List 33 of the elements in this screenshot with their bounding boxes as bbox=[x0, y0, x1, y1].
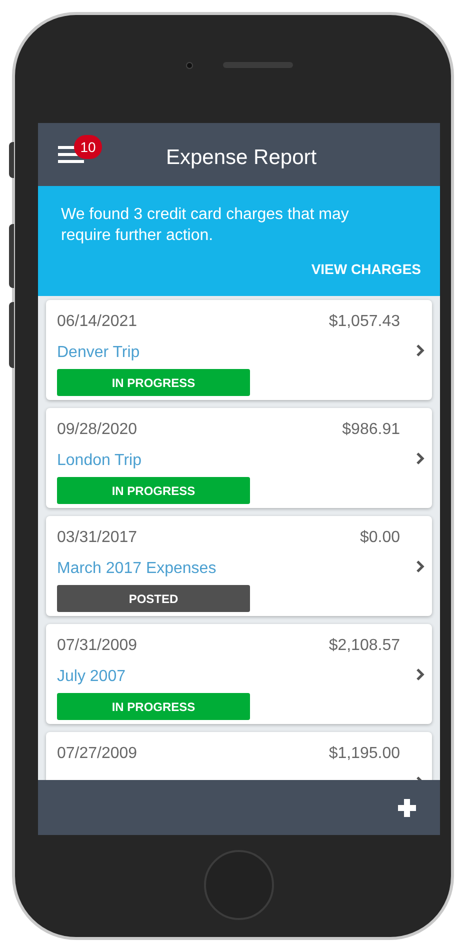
chevron-right-icon bbox=[416, 668, 425, 681]
report-amount: $0.00 bbox=[360, 528, 400, 548]
add-button[interactable] bbox=[398, 798, 416, 816]
alert-message: We found 3 credit card charges that may require further action. bbox=[61, 205, 350, 246]
report-card[interactable]: 03/31/2017 $0.00 March 2017 Expenses POSTED bbox=[46, 516, 432, 616]
camera-icon bbox=[186, 62, 192, 68]
chevron-right-icon bbox=[416, 344, 425, 357]
report-amount: $2,108.57 bbox=[328, 636, 400, 656]
status-badge: POSTED bbox=[57, 585, 250, 612]
report-amount: $1,195.00 bbox=[328, 744, 400, 764]
report-card[interactable]: 06/14/2021 $1,057.43 Denver Trip IN PROGRESS bbox=[46, 300, 432, 400]
report-date: 09/28/2020 bbox=[57, 420, 138, 440]
report-card[interactable]: 09/28/2020 $986.91 London Trip IN PROGRESS bbox=[46, 408, 432, 508]
report-date: 07/31/2009 bbox=[57, 636, 138, 656]
report-date: 07/27/2009 bbox=[57, 744, 138, 764]
report-amount: $1,057.43 bbox=[328, 312, 400, 332]
report-title: Denver Trip bbox=[57, 343, 141, 363]
report-card[interactable]: 07/27/2009 $1,195.00 bbox=[46, 732, 432, 780]
notification-badge: 10 bbox=[74, 135, 102, 159]
status-badge: IN PROGRESS bbox=[57, 369, 250, 396]
report-card[interactable]: 07/31/2009 $2,108.57 July 2007 IN PROGRESS bbox=[46, 624, 432, 724]
status-badge: IN PROGRESS bbox=[57, 477, 250, 504]
chevron-right-icon bbox=[416, 560, 425, 573]
screen-title: Expense Report bbox=[166, 145, 317, 171]
report-title: March 2017 Expenses bbox=[57, 559, 218, 579]
report-amount: $986.91 bbox=[342, 420, 400, 440]
report-date: 03/31/2017 bbox=[57, 528, 138, 548]
chevron-right-icon bbox=[416, 452, 425, 465]
report-title: July 2007 bbox=[57, 667, 126, 687]
report-title: London Trip bbox=[57, 451, 143, 471]
status-badge: IN PROGRESS bbox=[57, 693, 250, 720]
plus-icon bbox=[398, 798, 416, 816]
report-date: 06/14/2021 bbox=[57, 312, 138, 332]
